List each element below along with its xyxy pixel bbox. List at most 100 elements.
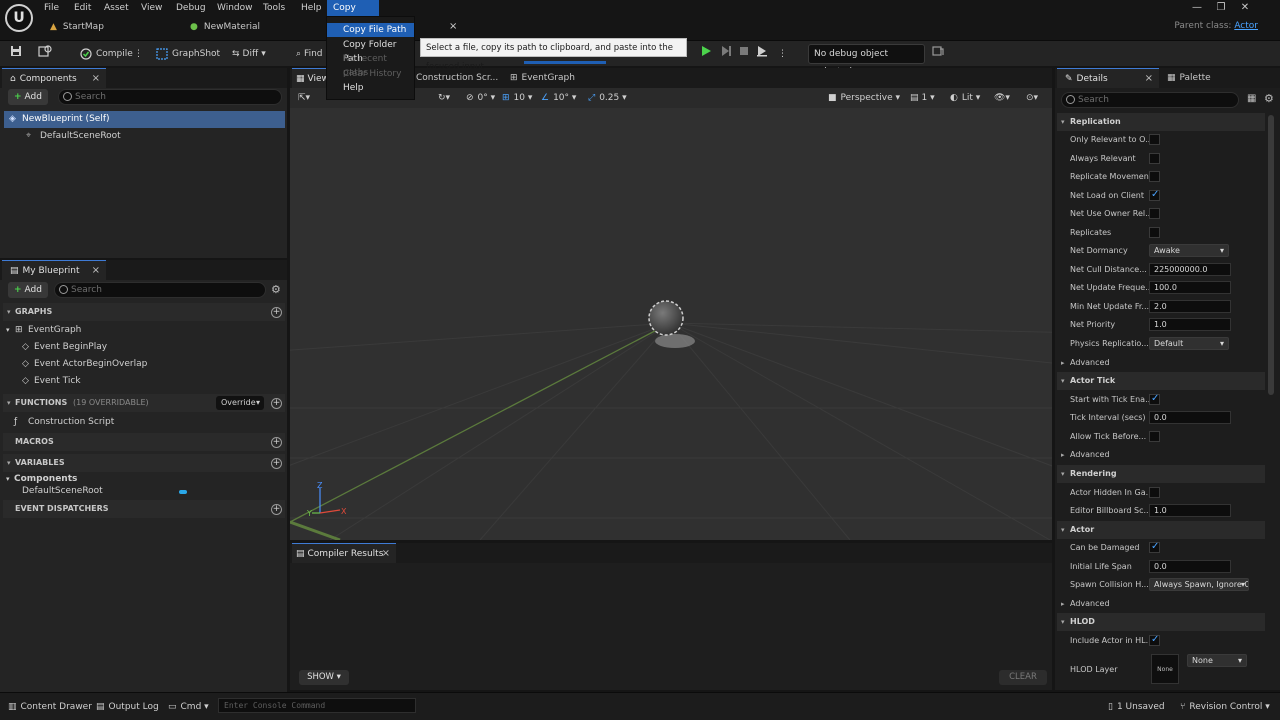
tab-viewport[interactable]: ▦ View [292, 68, 329, 88]
details-settings-gear-icon[interactable]: ⚙ [1264, 92, 1274, 105]
net-dormancy-select[interactable]: Awake ▾ [1149, 244, 1229, 257]
tab-compiler-results[interactable]: ▤ Compiler Results × [292, 543, 396, 563]
checkbox[interactable] [1149, 487, 1160, 498]
my-blueprint-search-input[interactable]: Search [54, 282, 266, 298]
viewport[interactable]: Z Y X [290, 108, 1052, 540]
unreal-logo-icon[interactable]: U [5, 4, 33, 32]
graph-eventgraph[interactable]: ▾ ⊞ EventGraph [6, 322, 81, 339]
content-drawer-button[interactable]: ▥ Content Drawer [8, 699, 92, 715]
hlod-layer-select[interactable]: None ▾ [1187, 654, 1247, 667]
event-beginplay[interactable]: ◇ Event BeginPlay [22, 339, 107, 356]
menu-tools[interactable]: Tools [257, 0, 291, 16]
min-net-update-frequency-input[interactable]: 2.0 [1149, 300, 1231, 313]
step-icon[interactable] [720, 45, 732, 63]
details-section-actor-tick[interactable]: ▾ Actor Tick [1057, 372, 1265, 390]
output-log-button[interactable]: ▤ Output Log [96, 699, 159, 715]
details-section-replication[interactable]: ▾ Replication [1057, 113, 1265, 131]
checkbox[interactable] [1149, 227, 1160, 238]
diff-button[interactable]: ⇆ Diff ▾ [232, 45, 266, 63]
scale-snap[interactable]: ⤢ 0.25 ▾ [588, 90, 627, 106]
copy-folder-path-item[interactable]: Copy Folder Path [327, 38, 414, 64]
find-button[interactable]: ⌕ Find [296, 45, 323, 63]
menu-file[interactable]: File [38, 0, 65, 16]
settings-gear-icon[interactable]: ⚙ [271, 283, 281, 296]
details-section-rendering[interactable]: ▾ Rendering [1057, 465, 1265, 483]
minimize-icon[interactable]: — [1186, 0, 1208, 16]
tab-my-blueprint[interactable]: ▤ My Blueprint × [2, 260, 106, 280]
show-flags-icon[interactable]: 👁▾ [994, 90, 1010, 106]
checkbox-checked[interactable] [1149, 538, 1160, 556]
graphshot-button[interactable]: GraphShot [156, 45, 220, 63]
function-construction-script[interactable]: ƒ Construction Script [14, 414, 114, 431]
show-button[interactable]: SHOW ▾ [299, 670, 349, 685]
net-update-frequency-input[interactable]: 100.0 [1149, 281, 1231, 294]
browse-icon[interactable] [38, 45, 52, 63]
close-icon[interactable]: × [1145, 69, 1153, 89]
details-search-input[interactable]: Search [1061, 92, 1239, 108]
close-icon[interactable]: × [92, 261, 100, 281]
menu-debug[interactable]: Debug [170, 0, 212, 16]
close-icon[interactable]: × [382, 544, 390, 564]
initial-life-span-input[interactable]: 0.0 [1149, 560, 1231, 573]
menu-copy-path[interactable]: Copy Path [327, 0, 379, 29]
checkbox-checked[interactable] [1149, 390, 1160, 408]
actor-tick-advanced[interactable]: ▸ Advanced [1057, 446, 1265, 464]
checkbox-checked[interactable] [1149, 631, 1160, 649]
checkbox[interactable] [1149, 171, 1160, 182]
checkbox-checked[interactable] [1149, 186, 1160, 204]
revision-control-button[interactable]: ⑂ Revision Control ▾ [1180, 699, 1270, 715]
editor-billboard-scale-input[interactable]: 1.0 [1149, 504, 1231, 517]
details-section-actor[interactable]: ▾ Actor [1057, 521, 1265, 539]
angle-snap[interactable]: ∠ 10° ▾ [541, 90, 576, 106]
cmd-select[interactable]: ▭ Cmd ▾ [168, 699, 209, 715]
add-component-button[interactable]: + Add [8, 89, 48, 105]
add-graph-icon[interactable]: + [271, 307, 282, 318]
component-self[interactable]: ◈ NewBlueprint (Self) [4, 111, 285, 128]
debug-object-select[interactable]: No debug object selected▾ [808, 44, 925, 77]
physics-replication-select[interactable]: Default ▾ [1149, 337, 1229, 350]
details-scrollbar[interactable] [1268, 115, 1274, 395]
close-icon[interactable]: × [92, 69, 100, 89]
add-macro-icon[interactable]: + [271, 437, 282, 448]
console-command-input[interactable]: Enter Console Command [218, 698, 416, 713]
checkbox[interactable] [1149, 431, 1160, 442]
menu-asset[interactable]: Asset [98, 0, 135, 16]
menu-edit[interactable]: Edit [68, 0, 97, 16]
debug-browse-icon[interactable] [932, 45, 944, 63]
variable-default-scene-root[interactable]: DefaultSceneRoot [22, 483, 103, 500]
stop-icon[interactable] [738, 45, 750, 63]
scene-sphere[interactable] [648, 300, 684, 336]
clear-button[interactable]: CLEAR [999, 670, 1047, 685]
details-section-hlod[interactable]: ▾ HLOD [1057, 613, 1265, 631]
maximize-icon[interactable]: ❐ [1210, 0, 1232, 16]
section-event-dispatchers[interactable]: EVENT DISPATCHERS [3, 500, 285, 518]
parent-class-link[interactable]: Actor [1234, 21, 1258, 31]
eject-icon[interactable] [756, 45, 768, 63]
view-mode-lit[interactable]: ◐ Lit ▾ [950, 90, 980, 106]
close-window-icon[interactable]: ✕ [1234, 0, 1256, 16]
section-macros[interactable]: MACROS [3, 433, 285, 451]
event-actorbeginoverlap[interactable]: ◇ Event ActorBeginOverlap [22, 356, 147, 373]
help-item[interactable]: Help [327, 81, 414, 95]
play-button[interactable] [700, 45, 712, 63]
play-options-icon[interactable]: ⋮ [778, 45, 787, 63]
details-grid-icon[interactable]: ▦ [1247, 93, 1256, 104]
menu-close-icon[interactable]: × [449, 21, 457, 32]
checkbox[interactable] [1149, 153, 1160, 164]
spawn-collision-select[interactable]: Always Spawn, Ignore C ▾ [1149, 578, 1249, 591]
add-dispatcher-icon[interactable]: + [271, 504, 282, 515]
menu-view[interactable]: View [135, 0, 168, 16]
section-variables[interactable]: ▾ VARIABLES [3, 454, 285, 472]
tab-palette[interactable]: ▦ Palette [1167, 68, 1211, 88]
tab-components[interactable]: ⌂ Components × [2, 68, 106, 88]
save-icon[interactable] [10, 45, 22, 63]
override-select[interactable]: Override ▾ [216, 396, 264, 410]
select-mode-icon[interactable]: ⇱▾ [298, 90, 310, 106]
perspective-select[interactable]: ■ Perspective ▾ [828, 90, 900, 106]
camera-speed[interactable]: ▤ 1 ▾ [910, 90, 935, 106]
checkbox[interactable] [1149, 134, 1160, 145]
replication-advanced[interactable]: ▸ Advanced [1057, 354, 1265, 372]
add-function-icon[interactable]: + [271, 398, 282, 409]
unsaved-indicator[interactable]: ▯ 1 Unsaved [1108, 699, 1165, 715]
rotate-snap-icon[interactable]: ↻▾ [438, 90, 450, 106]
